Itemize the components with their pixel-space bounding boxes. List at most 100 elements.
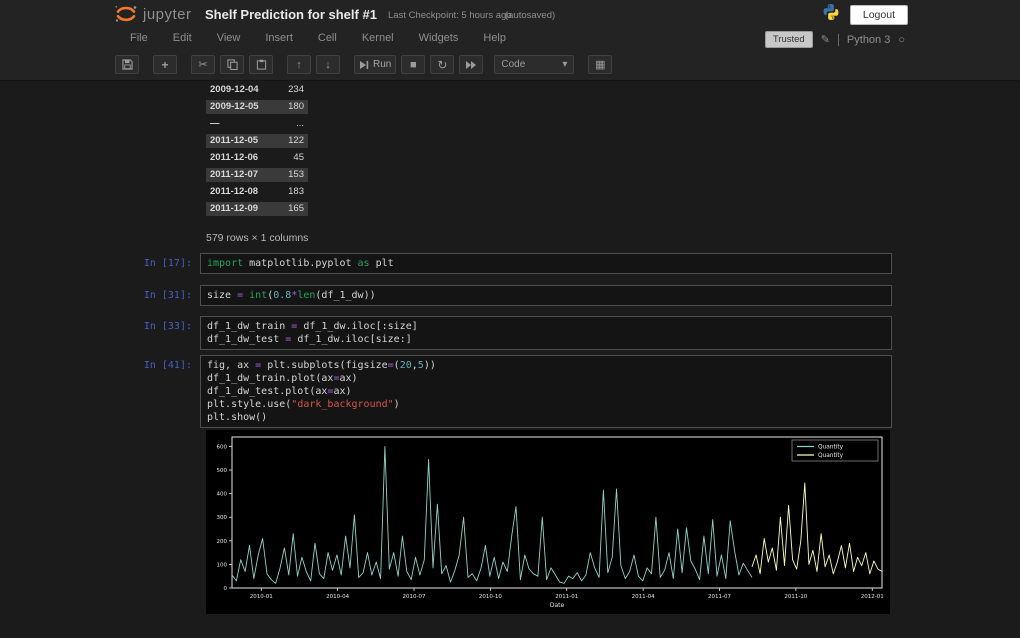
code-token: ax) (333, 386, 351, 397)
run-button[interactable]: Run (354, 55, 396, 74)
add-cell-button[interactable]: + (153, 55, 177, 74)
table-cell-value: 183 (288, 185, 304, 199)
code-token: )) (424, 360, 436, 371)
restart-run-all-button[interactable] (459, 55, 483, 74)
notebook-area: 2009-12-04 234 2009-12-05180 —... 2011-12-05… (0, 81, 1020, 638)
command-palette-button[interactable]: ▦ (588, 55, 612, 74)
code-input[interactable]: df_1_dw_train = df_1_dw.iloc[:size]df_1_… (200, 316, 892, 350)
svg-text:Quantity: Quantity (818, 445, 844, 451)
svg-text:500: 500 (217, 468, 228, 474)
copy-icon (227, 59, 238, 70)
scissors-icon: ✂ (198, 58, 207, 71)
code-cell: In [41]: fig, ax = plt.subplots(figsize=… (100, 355, 892, 428)
table-cell-value: 45 (293, 151, 304, 165)
svg-text:2011-10: 2011-10 (784, 594, 807, 600)
table-cell-date: — (210, 117, 220, 131)
figure-output: 01002003004005006002010-012010-042010-07… (206, 430, 890, 614)
code-token: df_1_dw.iloc[:size] (303, 321, 417, 332)
chevron-down-icon: ▾ (562, 59, 567, 70)
cell-type-value: Code (501, 59, 525, 70)
menu-edit[interactable]: Edit (173, 32, 192, 44)
code-token: matplotlib.pyplot (243, 258, 357, 269)
table-row: 2009-12-05180 (206, 100, 308, 114)
output-table: 2009-12-04 234 2009-12-05180 —... 2011-12-05… (206, 83, 308, 219)
menu-file[interactable]: File (130, 32, 148, 44)
pencil-icon: ✎ (821, 33, 830, 46)
table-cell-value: 165 (288, 202, 304, 216)
input-prompt: In [31]: (100, 285, 200, 306)
table-cell-date: 2011-12-09 (210, 202, 258, 216)
menu-view[interactable]: View (217, 32, 241, 44)
restart-kernel-button[interactable]: ↻ (430, 55, 454, 74)
jupyter-chrome: jupyter Shelf Prediction for shelf #1 La… (0, 0, 1020, 81)
svg-text:600: 600 (217, 444, 228, 450)
arrow-up-icon: ↑ (296, 59, 302, 71)
table-cell-value: ... (296, 117, 304, 131)
notebook-header: jupyter Shelf Prediction for shelf #1 La… (0, 0, 1020, 28)
menu-cell[interactable]: Cell (318, 32, 337, 44)
stop-button[interactable]: ■ (401, 55, 425, 74)
code-token: as (358, 258, 370, 269)
table-summary: 579 rows × 1 columns (206, 232, 308, 244)
table-cell-value: 122 (288, 134, 304, 148)
code-line: df_1_dw_train.plot(ax=ax) (207, 372, 885, 385)
svg-text:200: 200 (217, 539, 228, 545)
code-token: plt.subplots(figsize (267, 360, 387, 371)
cell-type-select[interactable]: Code ▾ (494, 55, 574, 74)
svg-text:2011-04: 2011-04 (632, 594, 655, 600)
code-line: plt.show() (207, 411, 885, 424)
code-token: ) (394, 399, 400, 410)
checkpoint-status: Last Checkpoint: 5 hours ago (388, 10, 512, 21)
copy-cell-button[interactable] (220, 55, 244, 74)
code-token: df_1_dw.iloc[size:] (297, 334, 411, 345)
menu-widgets[interactable]: Widgets (419, 32, 459, 44)
jupyter-logo[interactable]: jupyter (113, 3, 192, 25)
menu-help[interactable]: Help (483, 32, 506, 44)
plus-icon: + (161, 58, 168, 72)
keyboard-icon: ▦ (595, 58, 605, 71)
table-row: 2011-12-0645 (206, 151, 308, 165)
run-button-label: Run (373, 59, 391, 70)
table-cell-value: 234 (288, 83, 304, 97)
paste-cell-button[interactable] (249, 55, 273, 74)
code-input[interactable]: import matplotlib.pyplot as plt (200, 253, 892, 274)
code-token: plt.show() (207, 412, 267, 423)
python-logo-icon (822, 3, 840, 26)
logout-button[interactable]: Logout (850, 5, 908, 25)
code-line: import matplotlib.pyplot as plt (207, 257, 885, 270)
autosave-status: (autosaved) (505, 10, 555, 21)
code-token: fig, ax (207, 360, 255, 371)
menu-insert[interactable]: Insert (265, 32, 293, 44)
code-input[interactable]: fig, ax = plt.subplots(figsize=(20,5))df… (200, 355, 892, 428)
fast-forward-icon (465, 60, 477, 70)
svg-text:0: 0 (224, 586, 228, 592)
svg-text:2010-04: 2010-04 (326, 594, 349, 600)
toolbar: + ✂ ↑ ↓ Run ■ ↻ (115, 55, 612, 74)
table-cell-date: 2009-12-04 (210, 83, 259, 97)
code-token: df_1_dw_train.plot(ax (207, 373, 333, 384)
code-token: plt.style.use( (207, 399, 291, 410)
kernel-idle-icon: ○ (898, 34, 905, 46)
refresh-icon: ↻ (437, 58, 447, 72)
trusted-badge: Trusted (765, 31, 813, 48)
svg-text:100: 100 (217, 562, 228, 568)
move-cell-down-button[interactable]: ↓ (316, 55, 340, 74)
code-input[interactable]: size = int(0.8*len(df_1_dw)) (200, 285, 892, 306)
notebook-title[interactable]: Shelf Prediction for shelf #1 (205, 7, 377, 22)
save-button[interactable] (115, 55, 139, 74)
paste-icon (256, 59, 267, 70)
svg-text:300: 300 (217, 515, 228, 521)
table-row: —... (206, 117, 308, 131)
kernel-name: Python 3 (847, 34, 890, 46)
cut-cell-button[interactable]: ✂ (191, 55, 215, 74)
code-line: df_1_dw_test = df_1_dw.iloc[size:] (207, 333, 885, 346)
move-cell-up-button[interactable]: ↑ (287, 55, 311, 74)
code-token: (df_1_dw)) (315, 290, 375, 301)
svg-text:2012-01: 2012-01 (861, 594, 884, 600)
svg-text:2011-01: 2011-01 (555, 594, 578, 600)
kernel-separator (838, 34, 839, 46)
menu-kernel[interactable]: Kernel (362, 32, 394, 44)
table-row: 2011-12-05122 (206, 134, 308, 148)
arrow-down-icon: ↓ (325, 59, 331, 71)
menubar: File Edit View Insert Cell Kernel Widget… (130, 32, 506, 44)
